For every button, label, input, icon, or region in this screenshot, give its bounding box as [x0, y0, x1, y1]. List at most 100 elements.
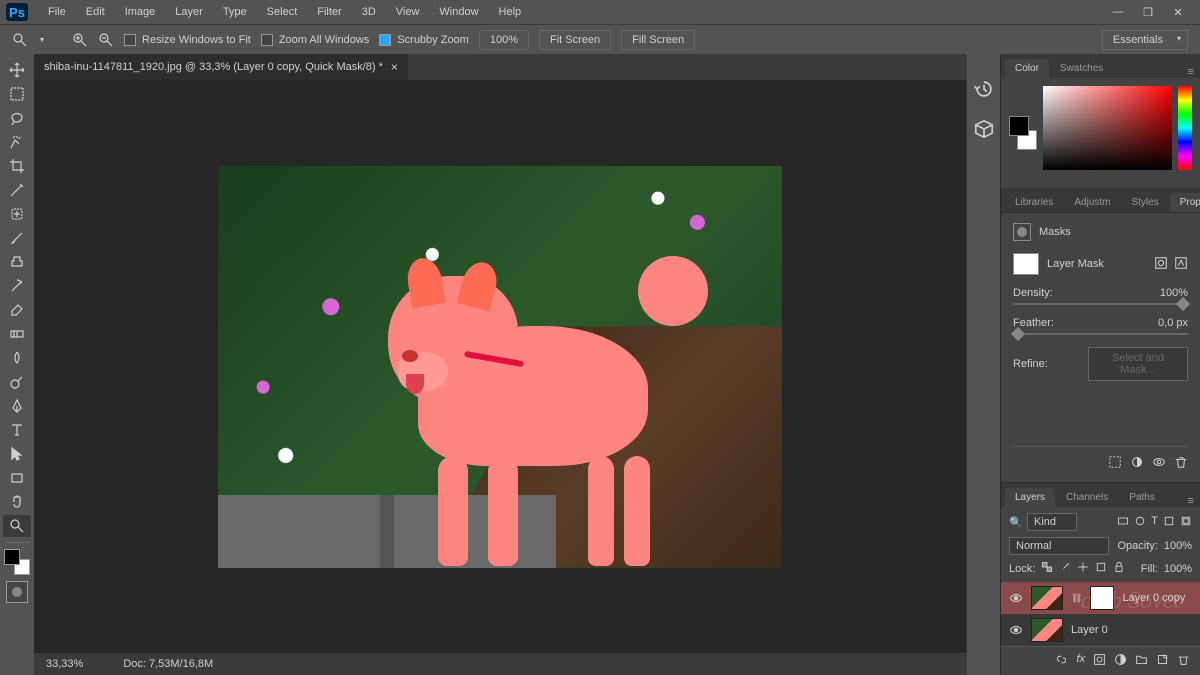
foreground-color[interactable]: [4, 549, 20, 565]
new-group-icon[interactable]: [1135, 653, 1148, 669]
fill-screen-button[interactable]: Fill Screen: [621, 30, 695, 50]
filter-type-icon[interactable]: T: [1151, 515, 1158, 530]
crop-tool[interactable]: [3, 155, 31, 177]
menu-edit[interactable]: Edit: [76, 0, 115, 24]
clone-stamp-tool[interactable]: [3, 251, 31, 273]
link-icon[interactable]: ⛓: [1071, 593, 1082, 604]
layer-row[interactable]: Layer 0: [1001, 614, 1200, 646]
feather-slider[interactable]: [1013, 333, 1188, 335]
disable-mask-icon[interactable]: [1152, 455, 1166, 472]
fit-screen-button[interactable]: Fit Screen: [539, 30, 611, 50]
zoom-status[interactable]: 33,33%: [46, 658, 83, 670]
zoom-100-button[interactable]: 100%: [479, 30, 529, 50]
filter-icon[interactable]: 🔍: [1009, 516, 1021, 529]
menu-view[interactable]: View: [386, 0, 430, 24]
menu-image[interactable]: Image: [115, 0, 166, 24]
quick-select-tool[interactable]: [3, 131, 31, 153]
filter-smart-icon[interactable]: [1180, 515, 1192, 530]
healing-tool[interactable]: [3, 203, 31, 225]
menu-layer[interactable]: Layer: [165, 0, 213, 24]
paths-tab[interactable]: Paths: [1119, 488, 1165, 507]
menu-3d[interactable]: 3D: [352, 0, 386, 24]
layer-style-icon[interactable]: fx: [1076, 653, 1085, 669]
panel-menu-icon[interactable]: ≡: [1188, 66, 1194, 78]
mask-thumbnail[interactable]: [1013, 253, 1039, 275]
color-tab[interactable]: Color: [1005, 59, 1049, 78]
rectangle-tool[interactable]: [3, 467, 31, 489]
menu-file[interactable]: File: [38, 0, 76, 24]
zoom-in-icon[interactable]: [72, 32, 88, 48]
3d-panel-icon[interactable]: [973, 118, 995, 140]
workspace-selector[interactable]: Essentials▾: [1102, 30, 1188, 50]
resize-windows-checkbox[interactable]: [124, 34, 136, 46]
filter-adjust-icon[interactable]: [1134, 515, 1146, 530]
menu-type[interactable]: Type: [213, 0, 257, 24]
select-and-mask-button[interactable]: Select and Mask...: [1088, 347, 1188, 381]
mask-thumbnail[interactable]: [1090, 586, 1114, 610]
swatches-tab[interactable]: Swatches: [1050, 59, 1113, 78]
hand-tool[interactable]: [3, 491, 31, 513]
brush-tool[interactable]: [3, 227, 31, 249]
fill-value[interactable]: 100%: [1164, 563, 1192, 575]
lock-artboard-icon[interactable]: [1095, 561, 1107, 576]
density-slider[interactable]: [1013, 303, 1188, 305]
zoom-out-icon[interactable]: [98, 32, 114, 48]
maximize-button[interactable]: ❐: [1140, 4, 1156, 20]
menu-select[interactable]: Select: [257, 0, 308, 24]
zoom-tool[interactable]: [3, 515, 31, 537]
libraries-tab[interactable]: Libraries: [1005, 193, 1063, 212]
pixel-mask-icon[interactable]: [1154, 256, 1168, 273]
canvas[interactable]: [218, 166, 782, 568]
move-tool[interactable]: [3, 59, 31, 81]
close-tab-icon[interactable]: ×: [391, 60, 398, 74]
marquee-tool[interactable]: [3, 83, 31, 105]
eyedropper-tool[interactable]: [3, 179, 31, 201]
layer-thumbnail[interactable]: [1031, 618, 1063, 642]
path-select-tool[interactable]: [3, 443, 31, 465]
layer-name[interactable]: Layer 0 copy: [1122, 592, 1185, 604]
history-brush-tool[interactable]: [3, 275, 31, 297]
blend-mode-select[interactable]: Normal: [1009, 537, 1109, 555]
quick-mask-toggle[interactable]: [6, 581, 28, 603]
layer-row[interactable]: ⛓ Layer 0 copy: [1001, 582, 1200, 614]
document-tab[interactable]: shiba-inu-1147811_1920.jpg @ 33,3% (Laye…: [34, 54, 408, 80]
new-adjustment-icon[interactable]: [1114, 653, 1127, 669]
filter-pixel-icon[interactable]: [1117, 515, 1129, 530]
type-tool[interactable]: [3, 419, 31, 441]
pen-tool[interactable]: [3, 395, 31, 417]
menu-help[interactable]: Help: [489, 0, 532, 24]
visibility-icon[interactable]: [1009, 591, 1023, 605]
menu-filter[interactable]: Filter: [307, 0, 351, 24]
canvas-viewport[interactable]: [34, 80, 966, 653]
blur-tool[interactable]: [3, 347, 31, 369]
new-layer-icon[interactable]: [1156, 653, 1169, 669]
adjustments-tab[interactable]: Adjustm: [1064, 193, 1120, 212]
filter-shape-icon[interactable]: [1163, 515, 1175, 530]
layers-tab[interactable]: Layers: [1005, 488, 1055, 507]
color-field[interactable]: [1043, 86, 1172, 170]
color-swatches[interactable]: [4, 549, 30, 575]
eraser-tool[interactable]: [3, 299, 31, 321]
scrubby-zoom-checkbox[interactable]: [379, 34, 391, 46]
delete-layer-icon[interactable]: [1177, 653, 1190, 669]
history-panel-icon[interactable]: [973, 78, 995, 100]
channels-tab[interactable]: Channels: [1056, 488, 1118, 507]
link-layers-icon[interactable]: [1055, 653, 1068, 669]
opacity-value[interactable]: 100%: [1164, 540, 1192, 552]
feather-value[interactable]: 0,0 px: [1158, 317, 1188, 329]
layer-name[interactable]: Layer 0: [1071, 624, 1108, 636]
load-selection-icon[interactable]: [1108, 455, 1122, 472]
menu-window[interactable]: Window: [429, 0, 488, 24]
lock-position-icon[interactable]: [1077, 561, 1089, 576]
close-button[interactable]: ✕: [1170, 4, 1186, 20]
tool-preset-dropdown[interactable]: ▾: [40, 35, 44, 44]
panel-menu-icon[interactable]: ≡: [1188, 495, 1194, 507]
visibility-icon[interactable]: [1009, 623, 1023, 637]
add-mask-icon[interactable]: [1093, 653, 1106, 669]
styles-tab[interactable]: Styles: [1121, 193, 1168, 212]
hue-slider[interactable]: [1178, 86, 1192, 170]
minimize-button[interactable]: —: [1110, 4, 1126, 20]
lock-pixels-icon[interactable]: [1059, 561, 1071, 576]
vector-mask-icon[interactable]: [1174, 256, 1188, 273]
zoom-all-checkbox[interactable]: [261, 34, 273, 46]
